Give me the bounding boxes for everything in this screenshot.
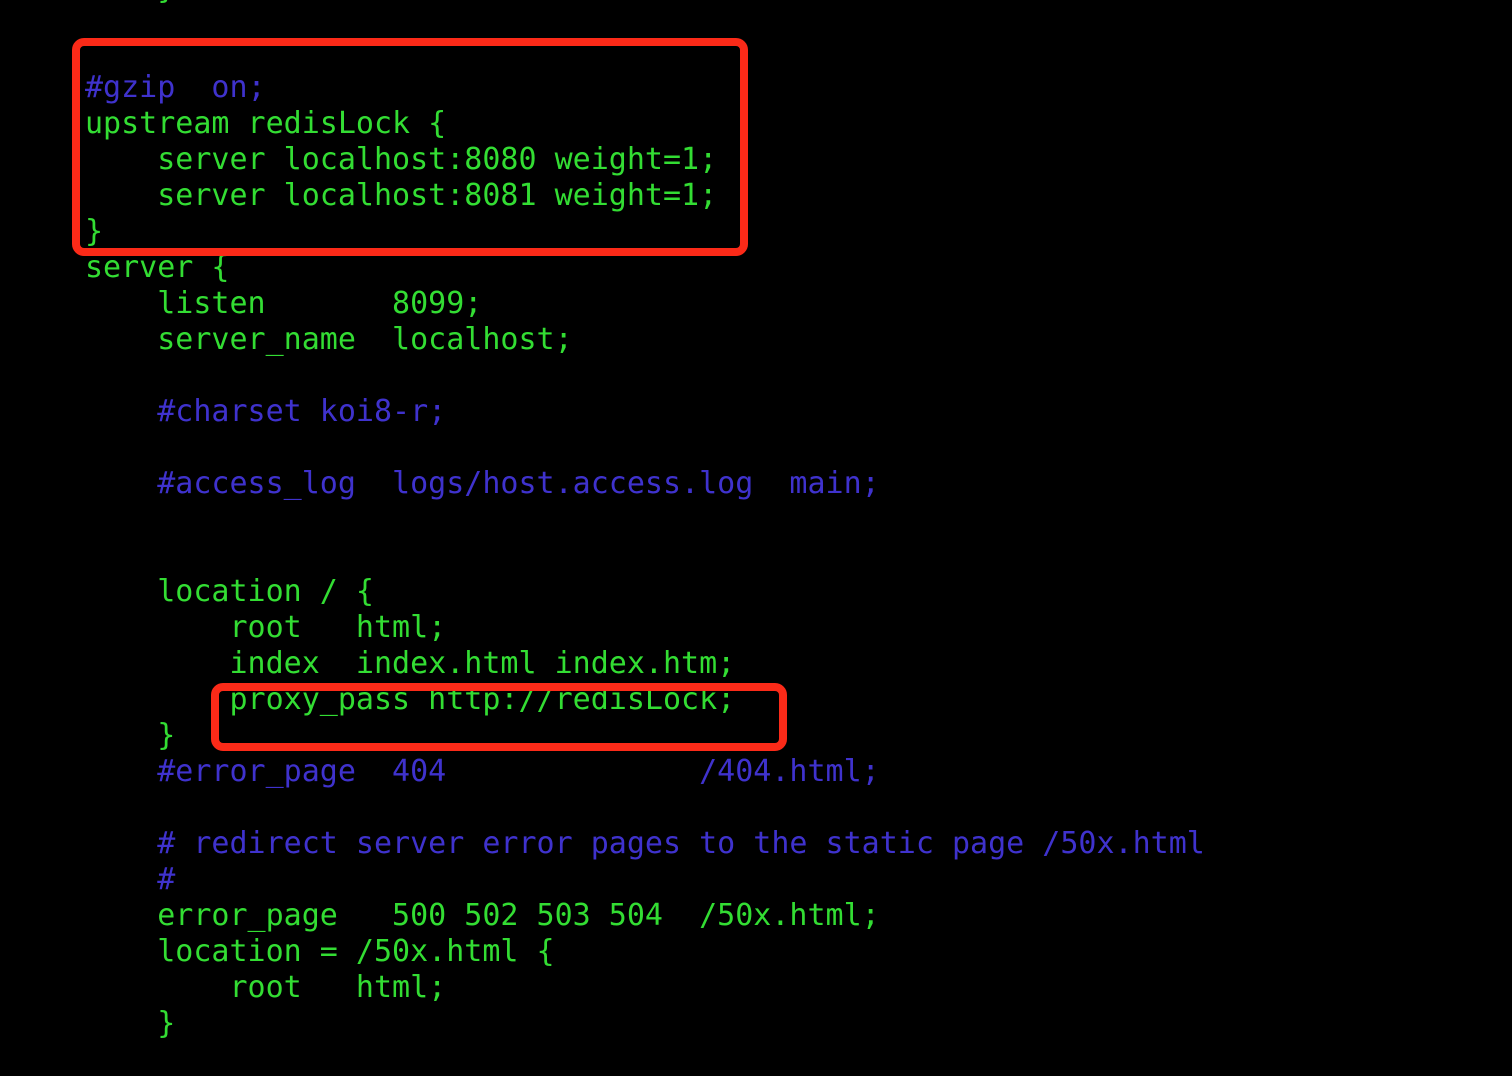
code-line: #access_log logs/host.access.log main; — [85, 466, 880, 501]
code-line: server localhost:8080 weight=1; — [85, 142, 718, 177]
code-line: upstream redisLock { — [85, 106, 447, 141]
code-line: # — [85, 862, 176, 897]
code-line: #gzip on; — [85, 70, 266, 105]
config-file-code[interactable]: #gzip on; upstream redisLock { server loc… — [85, 70, 1205, 1042]
code-line: #error_page 404 /404.html; — [85, 754, 880, 789]
code-line: root html; — [85, 970, 447, 1005]
code-line: #charset koi8-r; — [85, 394, 447, 429]
code-line: location = /50x.html { — [85, 934, 555, 969]
code-line: # redirect server error pages to the sta… — [85, 826, 1205, 861]
code-line: proxy_pass http://redisLock; — [85, 682, 736, 717]
code-line: listen 8099; — [85, 286, 483, 321]
code-line: server_name localhost; — [85, 322, 573, 357]
clipped-top-code-line: } — [85, 0, 175, 7]
code-line: server localhost:8081 weight=1; — [85, 178, 718, 213]
code-line: } — [85, 214, 104, 249]
terminal-screen: } #gzip on;upstream redisLock { server l… — [0, 0, 1512, 1076]
code-line: root html; — [85, 610, 447, 645]
code-line: server { — [85, 250, 230, 285]
code-line: } — [85, 1006, 176, 1041]
code-line: location / { — [85, 574, 374, 609]
code-line: } — [85, 718, 176, 753]
code-line: error_page 500 502 503 504 /50x.html; — [85, 898, 880, 933]
code-line: index index.html index.htm; — [85, 646, 736, 681]
